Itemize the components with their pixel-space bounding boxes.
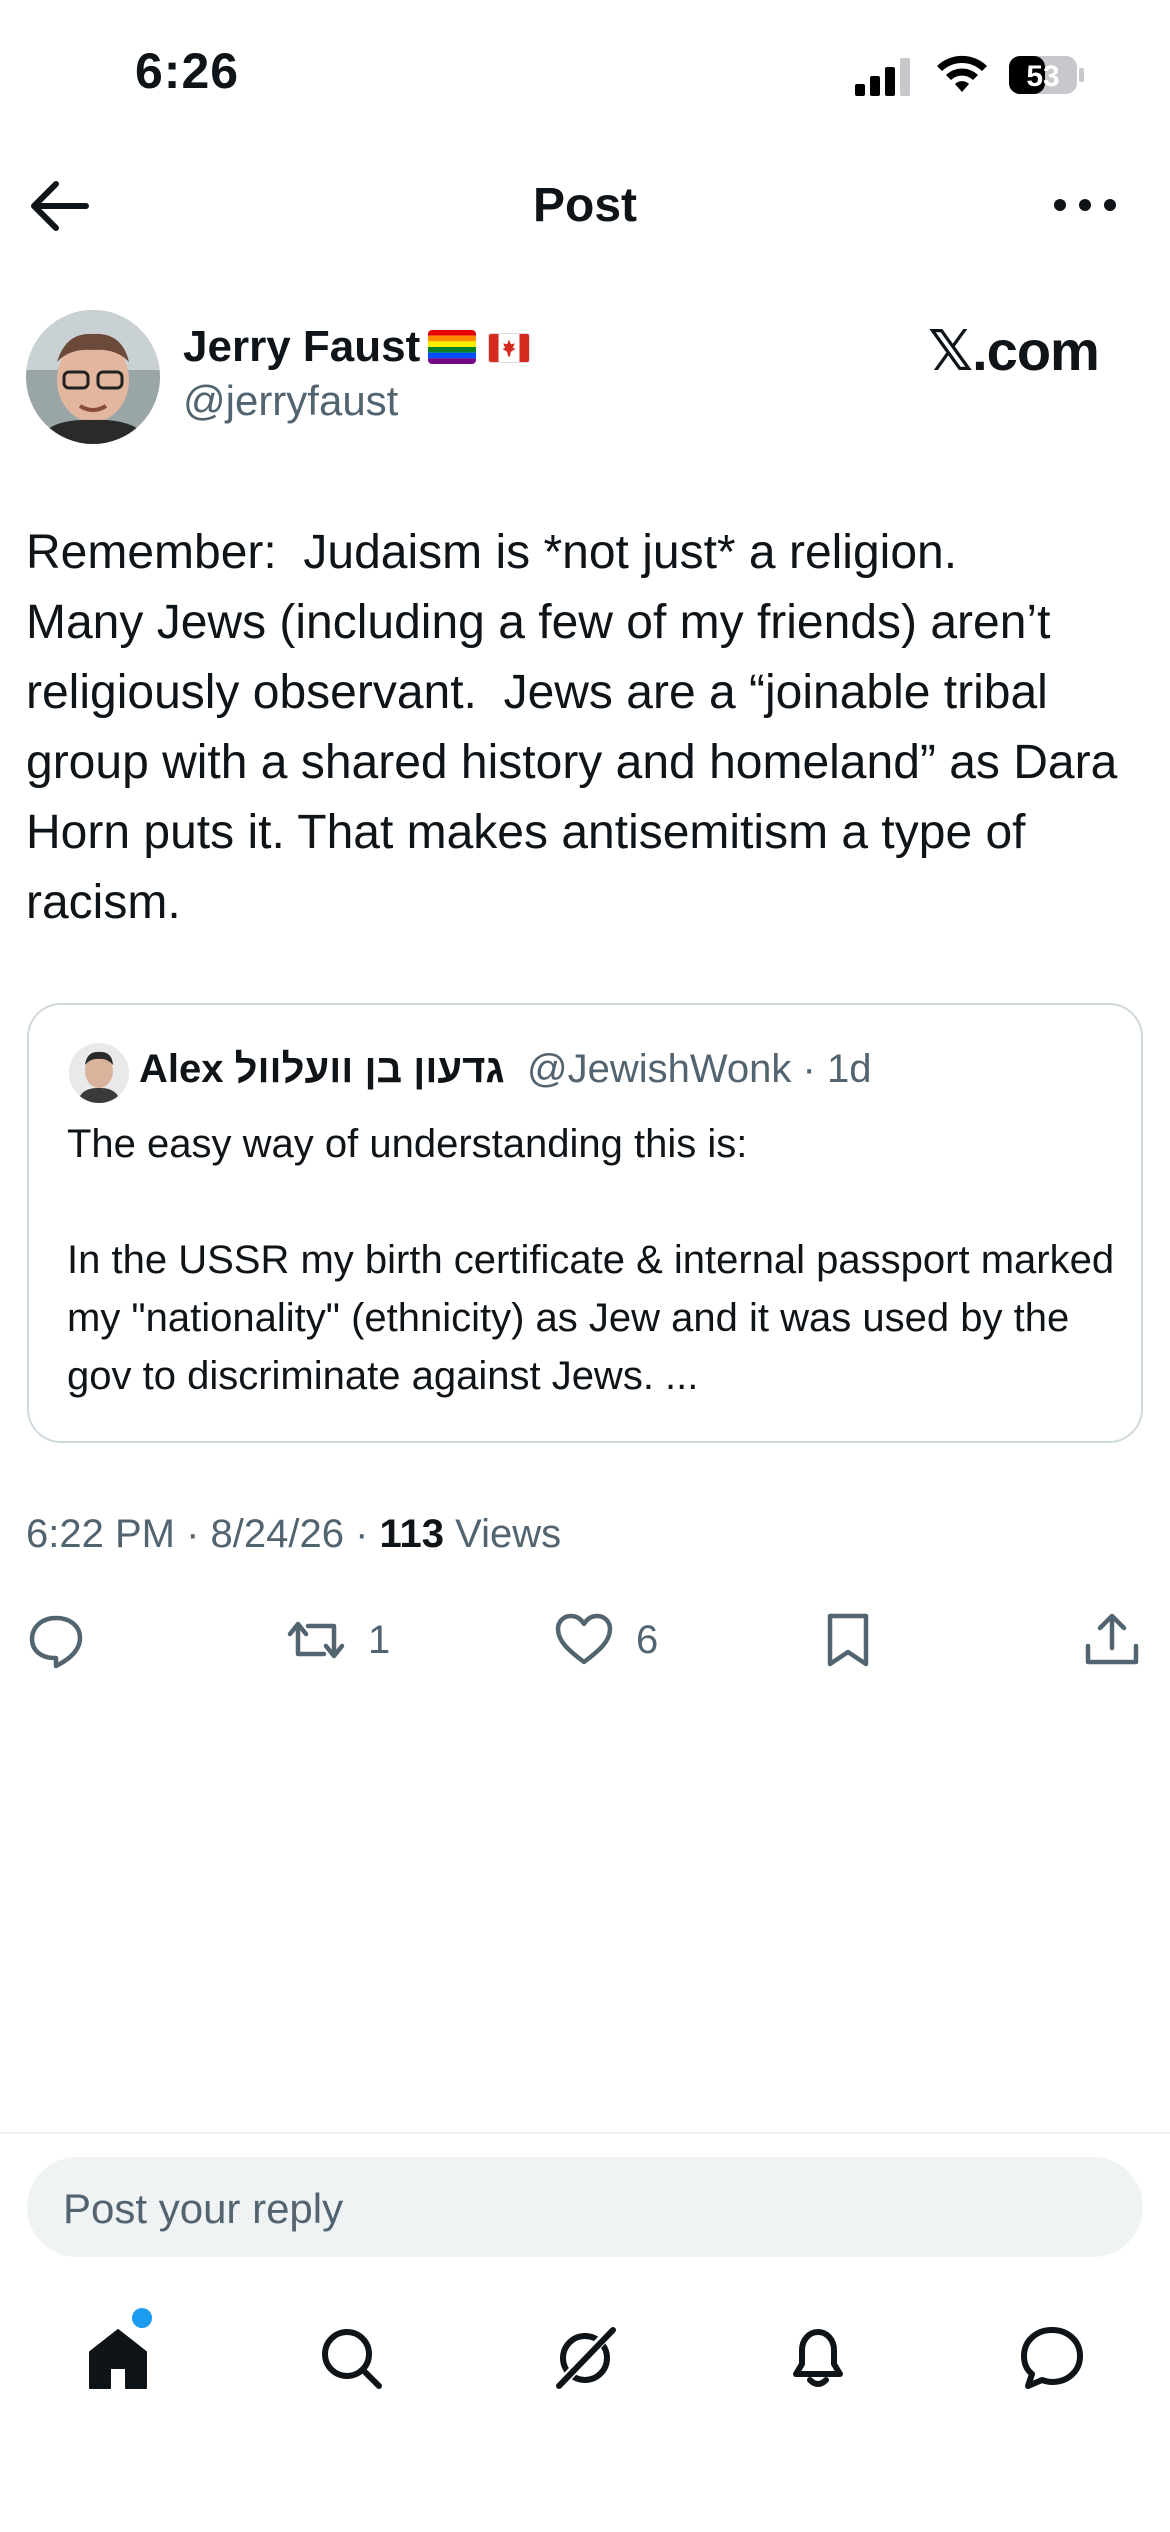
home-notification-dot	[132, 2308, 152, 2328]
repost-button[interactable]: 1	[286, 1610, 390, 1670]
divider	[0, 2132, 1170, 2134]
battery-icon: 53	[1009, 56, 1084, 94]
author-avatar[interactable]	[26, 310, 160, 444]
page-title: Post	[532, 179, 637, 232]
messages-icon	[1021, 2327, 1083, 2389]
search-icon	[322, 2329, 382, 2389]
status-time: 6:26	[135, 43, 240, 99]
like-button[interactable]: 6	[554, 1610, 658, 1670]
share-button[interactable]	[1082, 1610, 1142, 1670]
reply-placeholder: Post your reply	[63, 2185, 344, 2232]
reply-input[interactable]: Post your reply	[27, 2157, 1143, 2257]
tweet-text: Remember: Judaism is *not just* a religi…	[26, 526, 1118, 929]
rainbow-flag-icon	[428, 330, 476, 364]
more-options-button[interactable]	[1050, 188, 1120, 222]
more-horizontal-icon	[1054, 199, 1116, 211]
post-meta: 6:22 PM · 8/24/26 · 113 Views	[26, 1512, 561, 1557]
nav-messages[interactable]	[1012, 2318, 1092, 2398]
bookmark-button[interactable]	[818, 1610, 878, 1670]
quoted-avatar-photo	[69, 1043, 129, 1103]
repost-count: 1	[368, 1617, 391, 1662]
quoted-author-handle-time: @JewishWonk · 1d	[527, 1047, 872, 1091]
canada-flag-icon	[488, 333, 530, 363]
bell-icon	[793, 2329, 843, 2387]
quoted-author-avatar	[69, 1043, 129, 1103]
repost-icon	[287, 1621, 345, 1659]
author-name[interactable]: Jerry Faust	[183, 322, 420, 372]
post-timestamp: 6:22 PM · 8/24/26 ·	[26, 1512, 380, 1556]
grok-icon	[553, 2324, 617, 2392]
views-label: Views	[444, 1512, 562, 1556]
author-handle[interactable]: @jerryfaust	[183, 377, 398, 425]
signal-icon	[855, 58, 910, 96]
wifi-icon	[937, 55, 987, 92]
bookmark-icon	[827, 1613, 869, 1667]
reply-icon	[29, 1615, 83, 1669]
nav-notifications[interactable]	[778, 2318, 858, 2398]
nav-grok[interactable]	[545, 2318, 625, 2398]
quoted-post-text: The easy way of understanding this is: I…	[67, 1122, 1115, 1398]
quoted-post-card[interactable]: Alex גדעון בן וועלוול @JewishWonk · 1d T…	[27, 1003, 1143, 1443]
like-count: 6	[636, 1617, 659, 1662]
views-count: 113	[379, 1512, 445, 1556]
x-com-watermark: 𝕏.com	[928, 319, 1100, 382]
nav-search[interactable]	[311, 2318, 391, 2398]
quoted-author-name: Alex גדעון בן וועלוול	[139, 1047, 505, 1091]
heart-icon	[555, 1613, 613, 1665]
reply-button[interactable]	[26, 1610, 86, 1670]
avatar-photo	[26, 310, 160, 444]
share-icon	[1085, 1613, 1139, 1665]
home-icon	[89, 2329, 147, 2389]
nav-home[interactable]	[78, 2318, 158, 2398]
battery-level: 53	[1026, 60, 1059, 93]
